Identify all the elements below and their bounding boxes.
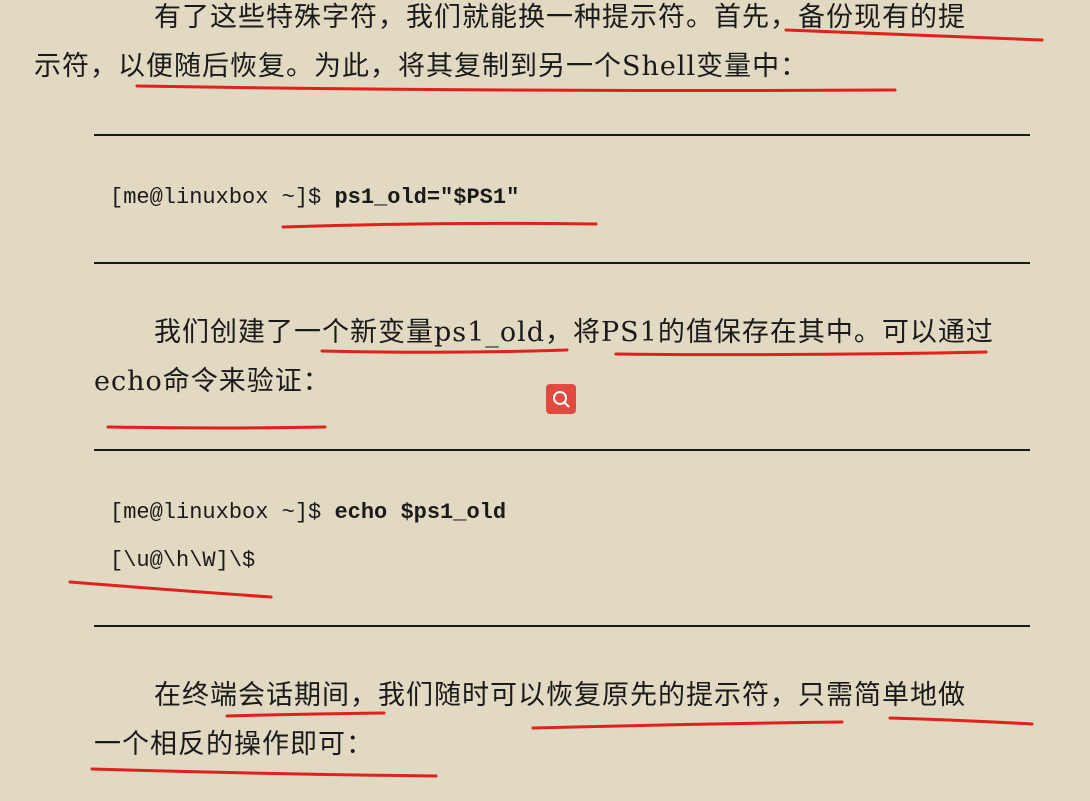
- code-prompt: [me@linuxbox ~]$: [110, 500, 335, 525]
- paragraph-1-line-1: 有了这些特殊字符，我们就能换一种提示符。首先，备份现有的提: [154, 2, 966, 33]
- annotation-underline: [106, 425, 327, 430]
- code-block-2-bottom-rule: [94, 625, 1030, 627]
- paragraph-3: 在终端会话期间，我们随时可以恢复原先的提示符，只需简单地做 一个相反的操作即可：: [94, 671, 1034, 769]
- code-block-1-top-rule: [94, 134, 1030, 136]
- search-button[interactable]: [546, 384, 576, 414]
- code-command: ps1_old="$PS1": [334, 185, 520, 210]
- code-line-2: [\u@\h\W]\$: [110, 537, 506, 585]
- code-line-1: [me@linuxbox ~]$ echo $ps1_old: [110, 489, 506, 537]
- paragraph-1-line-2: 示符，以便随后恢复。为此，将其复制到另一个Shell变量中：: [34, 42, 1034, 91]
- paragraph-2-line-2-text: echo命令来验证：: [94, 366, 331, 397]
- paragraph-2-line-1: 我们创建了一个新变量ps1_old，将PS1的值保存在其中。可以通过: [154, 317, 994, 348]
- paragraph-3-line-2-text: 一个相反的操作即可：: [94, 729, 374, 760]
- code-block-2: [me@linuxbox ~]$ echo $ps1_old [\u@\h\W]\…: [110, 489, 506, 585]
- paragraph-3-line-2: 一个相反的操作即可：: [94, 720, 1034, 769]
- code-command: echo $ps1_old: [334, 500, 507, 525]
- search-icon: [553, 391, 570, 408]
- paragraph-1: 有了这些特殊字符，我们就能换一种提示符。首先，备份现有的提 示符，以便随后恢复。…: [34, 0, 1034, 91]
- code-output: [\u@\h\W]\$: [110, 548, 256, 573]
- paragraph-1-line-2-text: 示符，以便随后恢复。为此，将其复制到另一个Shell变量中：: [34, 51, 809, 82]
- annotation-underline: [281, 221, 598, 229]
- code-block-1-bottom-rule: [94, 262, 1030, 264]
- paragraph-3-line-1: 在终端会话期间，我们随时可以恢复原先的提示符，只需简单地做: [154, 680, 966, 711]
- code-block-2-top-rule: [94, 449, 1030, 451]
- code-prompt: [me@linuxbox ~]$: [110, 185, 335, 210]
- code-block-1: [me@linuxbox ~]$ ps1_old="$PS1": [110, 174, 519, 222]
- annotation-underline: [90, 767, 438, 778]
